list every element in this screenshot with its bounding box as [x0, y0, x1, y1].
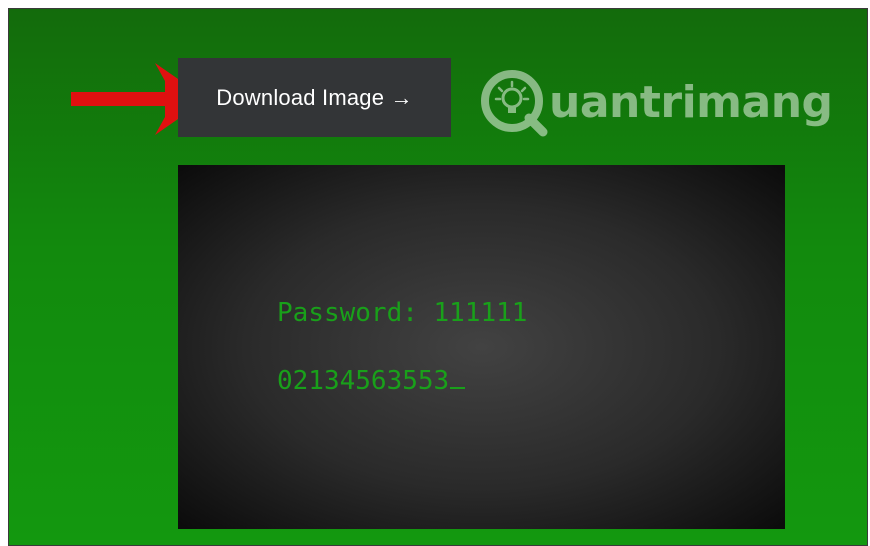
brand-logo: uantrimang: [479, 63, 833, 143]
text-cursor: [450, 387, 466, 389]
lightbulb-q-logo-icon: [481, 70, 548, 137]
app-frame: Download Image → uantrimang Password: 11…: [8, 8, 868, 546]
generated-image-preview: Password: 111111 02134563553: [178, 165, 785, 529]
download-image-button[interactable]: Download Image →: [178, 58, 451, 137]
download-image-label: Download Image →: [216, 84, 413, 110]
brand-name: uantrimang: [549, 77, 833, 128]
number-line: 02134563553: [277, 366, 466, 396]
password-line: Password: 111111: [277, 298, 528, 328]
number-text: 02134563553: [277, 366, 450, 396]
